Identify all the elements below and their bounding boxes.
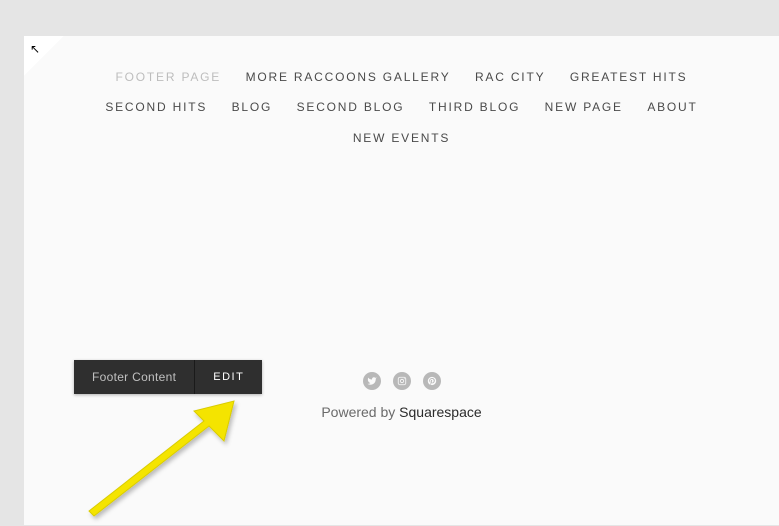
pinterest-icon[interactable] [423,372,441,390]
site-nav: FOOTER PAGE MORE RACCOONS GALLERY RAC CI… [24,36,779,153]
nav-new-events[interactable]: NEW EVENTS [353,127,450,150]
nav-rac-city[interactable]: RAC CITY [475,66,545,89]
nav-more-raccoons[interactable]: MORE RACCOONS GALLERY [246,66,451,89]
nav-second-blog[interactable]: SECOND BLOG [297,96,405,119]
edit-widget-label: Footer Content [74,360,194,394]
arrow-nw-icon: ↖ [30,42,40,56]
page-preview: ↖ FOOTER PAGE MORE RACCOONS GALLERY RAC … [24,36,779,525]
powered-brand-link[interactable]: Squarespace [399,404,482,420]
footer-edit-widget: Footer Content EDIT [74,360,262,394]
nav-about[interactable]: ABOUT [647,96,697,119]
edit-button[interactable]: EDIT [194,360,262,394]
nav-footer-page[interactable]: FOOTER PAGE [116,66,222,89]
nav-second-hits[interactable]: SECOND HITS [105,96,207,119]
powered-by-text: Powered by Squarespace [24,404,779,420]
instagram-icon[interactable] [393,372,411,390]
nav-greatest-hits[interactable]: GREATEST HITS [570,66,688,89]
twitter-icon[interactable] [363,372,381,390]
nav-new-page[interactable]: NEW PAGE [545,96,623,119]
nav-third-blog[interactable]: THIRD BLOG [429,96,520,119]
powered-prefix: Powered by [321,404,399,420]
nav-blog[interactable]: BLOG [232,96,273,119]
collapse-corner[interactable]: ↖ [24,36,64,76]
